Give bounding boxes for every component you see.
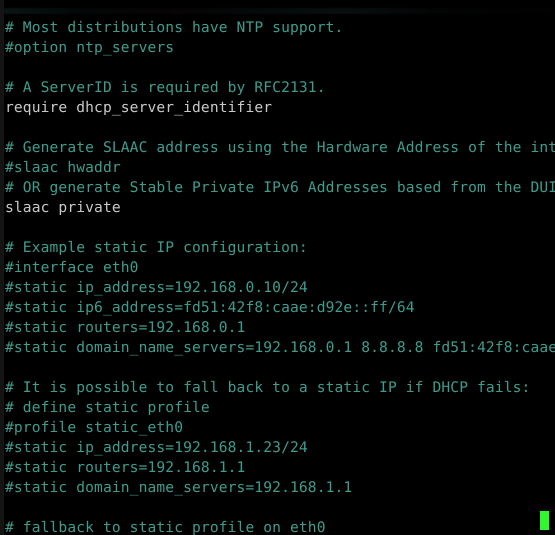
text-line[interactable]: #static ip6_address=fd51:42f8:caae:d92e:… xyxy=(5,298,555,318)
text-line[interactable]: # It is possible to fall back to a stati… xyxy=(5,378,555,398)
blank-line[interactable] xyxy=(5,498,555,518)
text-line[interactable]: require dhcp_server_identifier xyxy=(5,98,555,118)
blank-line[interactable] xyxy=(5,358,555,378)
text-line[interactable]: #static routers=192.168.0.1 xyxy=(5,318,555,338)
text-line[interactable]: # OR generate Stable Private IPv6 Addres… xyxy=(5,178,555,198)
text-line[interactable]: #interface eth0 xyxy=(5,258,555,278)
text-line[interactable]: # Example static IP configuration: xyxy=(5,238,555,258)
text-line[interactable]: #static domain_name_servers=192.168.0.1 … xyxy=(5,338,555,358)
scrolled-line-remnant xyxy=(4,8,555,14)
text-line[interactable]: # define static profile xyxy=(5,398,555,418)
blank-line[interactable] xyxy=(5,218,555,238)
terminal-window[interactable]: # Most distributions have NTP support. #o… xyxy=(0,0,555,535)
text-cursor xyxy=(540,511,549,530)
text-line[interactable]: # Generate SLAAC address using the Hardw… xyxy=(5,138,555,158)
text-line[interactable]: #profile static_eth0 xyxy=(5,418,555,438)
blank-line[interactable] xyxy=(5,118,555,138)
text-line[interactable]: #static routers=192.168.1.1 xyxy=(5,458,555,478)
blank-line[interactable] xyxy=(5,58,555,78)
text-line[interactable]: slaac private xyxy=(5,198,555,218)
window-left-edge xyxy=(0,0,4,535)
text-line[interactable]: # Most distributions have NTP support. xyxy=(5,18,555,38)
text-line[interactable]: # A ServerID is required by RFC2131. xyxy=(5,78,555,98)
text-line[interactable]: #option ntp_servers xyxy=(5,38,555,58)
text-line[interactable]: #static ip_address=192.168.0.10/24 xyxy=(5,278,555,298)
text-buffer[interactable]: # Most distributions have NTP support. #o… xyxy=(5,18,555,535)
text-line[interactable]: # fallback to static profile on eth0 xyxy=(5,518,555,535)
text-line[interactable]: #static domain_name_servers=192.168.1.1 xyxy=(5,478,555,498)
text-line[interactable]: #static ip_address=192.168.1.23/24 xyxy=(5,438,555,458)
text-line[interactable]: #slaac hwaddr xyxy=(5,158,555,178)
